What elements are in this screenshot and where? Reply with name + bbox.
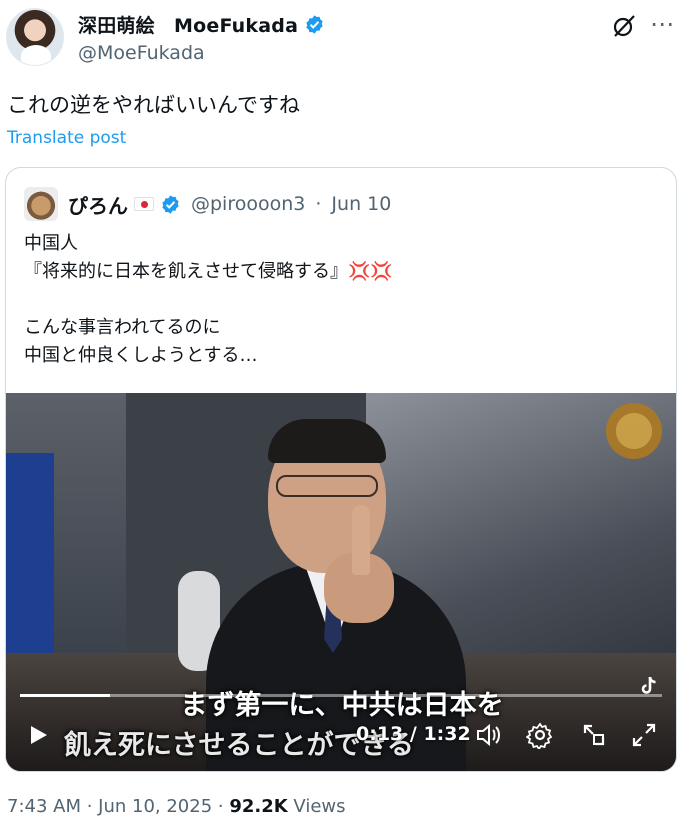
video-current-time: 0:13 [356, 723, 404, 745]
volume-icon[interactable] [474, 721, 502, 749]
quoted-author-avatar[interactable] [24, 187, 58, 221]
post-timestamp[interactable]: 7:43 AM · Jun 10, 2025 · [7, 796, 229, 817]
video-speaker-glasses [276, 475, 378, 497]
author-avatar[interactable] [6, 8, 64, 66]
post-text: これの逆をやればいいんですね [7, 93, 300, 117]
author-name-row: 深田萌絵 MoeFukada [78, 11, 325, 37]
quoted-line-1: 中国人 [24, 233, 78, 254]
post-metadata: 7:43 AM · Jun 10, 2025 · 92.2K Views [7, 796, 346, 817]
picture-in-picture-icon[interactable] [580, 721, 608, 749]
quoted-post-text: 中国人 『将来的に日本を飢えさせて侵略する』💢💢 こんな事言われてるのに 中国と… [24, 230, 393, 370]
views-count: 92.2K [229, 796, 288, 817]
quoted-author-name[interactable]: ぴろん [68, 190, 128, 219]
video-speaker-finger [352, 505, 370, 575]
verified-badge-icon [306, 14, 323, 34]
video-player[interactable]: まず第一に、中共は日本を 飢え死にさせることができる 0:13 / 1:32 [6, 393, 676, 771]
video-duration: 1:32 [423, 723, 471, 745]
video-emblem-logo [606, 403, 662, 459]
author-display-name[interactable]: 深田萌絵 MoeFukada [78, 11, 298, 38]
video-progress-bar[interactable] [20, 694, 662, 697]
post-header: 深田萌絵 MoeFukada @MoeFukada ⋯ [0, 0, 684, 80]
fullscreen-icon[interactable] [630, 721, 658, 749]
quoted-line-4: 中国と仲良くしようとする… [24, 345, 258, 366]
video-speaker-hair [268, 419, 386, 463]
play-icon[interactable] [26, 723, 50, 747]
video-time: 0:13 / 1:32 [356, 723, 471, 745]
quoted-date[interactable]: Jun 10 [331, 193, 391, 215]
quoted-line-3: こんな事言われてるのに [24, 317, 221, 338]
anger-emoji-icon: 💢💢 [348, 261, 393, 282]
more-options-icon[interactable]: ⋯ [650, 10, 675, 38]
author-handle[interactable]: @MoeFukada [78, 42, 205, 64]
video-progress-fill [20, 694, 110, 697]
views-label: Views [287, 796, 346, 817]
japan-flag-icon [134, 197, 154, 211]
video-time-separator: / [403, 723, 424, 745]
gear-icon[interactable] [526, 721, 554, 749]
translate-post-link[interactable]: Translate post [7, 128, 126, 148]
grok-icon[interactable] [611, 13, 637, 39]
verified-badge-icon [162, 194, 179, 214]
quoted-date-separator: · [315, 193, 322, 215]
quoted-handle[interactable]: @piroooon3 [191, 193, 305, 215]
quoted-line-2: 『将来的に日本を飢えさせて侵略する』 [24, 261, 348, 282]
quoted-post-card[interactable]: ぴろん @piroooon3 · Jun 10 中国人 『将来的に日本を飢えさせ… [5, 167, 677, 772]
video-controls: 0:13 / 1:32 [6, 713, 676, 763]
quoted-post-header: ぴろん @piroooon3 · Jun 10 [24, 186, 391, 222]
